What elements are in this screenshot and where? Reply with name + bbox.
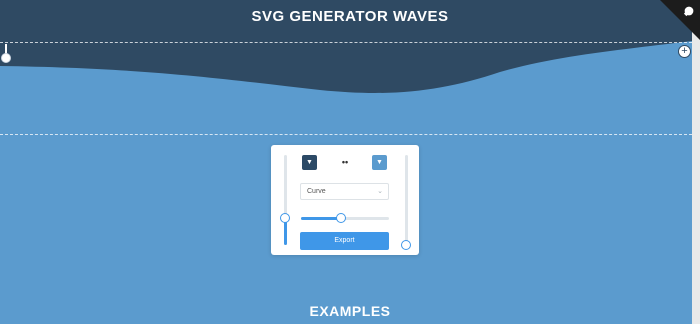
chevron-down-icon: ⌄ — [377, 188, 383, 195]
chevron-down-icon: ▼ — [306, 159, 313, 166]
amplitude-slider-fill — [301, 217, 341, 220]
right-height-slider-thumb[interactable] — [401, 240, 411, 250]
curve-type-select[interactable]: Curve ⌄ — [300, 183, 389, 200]
amplitude-slider-thumb[interactable] — [335, 213, 346, 223]
wave-color-picker[interactable]: ▼ — [302, 155, 317, 170]
wave-controls-panel: ▼ •• ▼ Curve ⌄ Export — [271, 145, 419, 255]
background-color-picker[interactable]: ▼ — [372, 155, 387, 170]
left-height-slider[interactable] — [280, 155, 290, 245]
page-title: SVG GENERATOR WAVES — [251, 8, 449, 25]
examples-heading: EXAMPLES — [309, 303, 391, 319]
wave-start-handle[interactable] — [1, 44, 11, 64]
left-height-slider-thumb[interactable] — [280, 213, 290, 223]
curve-type-value: Curve — [307, 188, 326, 195]
handle-knob[interactable] — [1, 53, 11, 63]
add-point-button[interactable]: + — [678, 45, 691, 58]
page-scrollbar[interactable] — [692, 0, 700, 324]
chevron-down-icon: ▼ — [376, 159, 383, 166]
github-corner[interactable] — [660, 0, 700, 40]
right-height-slider[interactable] — [401, 155, 411, 250]
wave-bottom-guide — [0, 134, 692, 135]
amplitude-slider[interactable] — [301, 213, 389, 223]
github-octocat-icon — [683, 6, 694, 17]
export-button[interactable]: Export — [300, 232, 389, 250]
swap-icon[interactable]: •• — [341, 157, 349, 167]
wave-top-guide — [0, 42, 692, 43]
